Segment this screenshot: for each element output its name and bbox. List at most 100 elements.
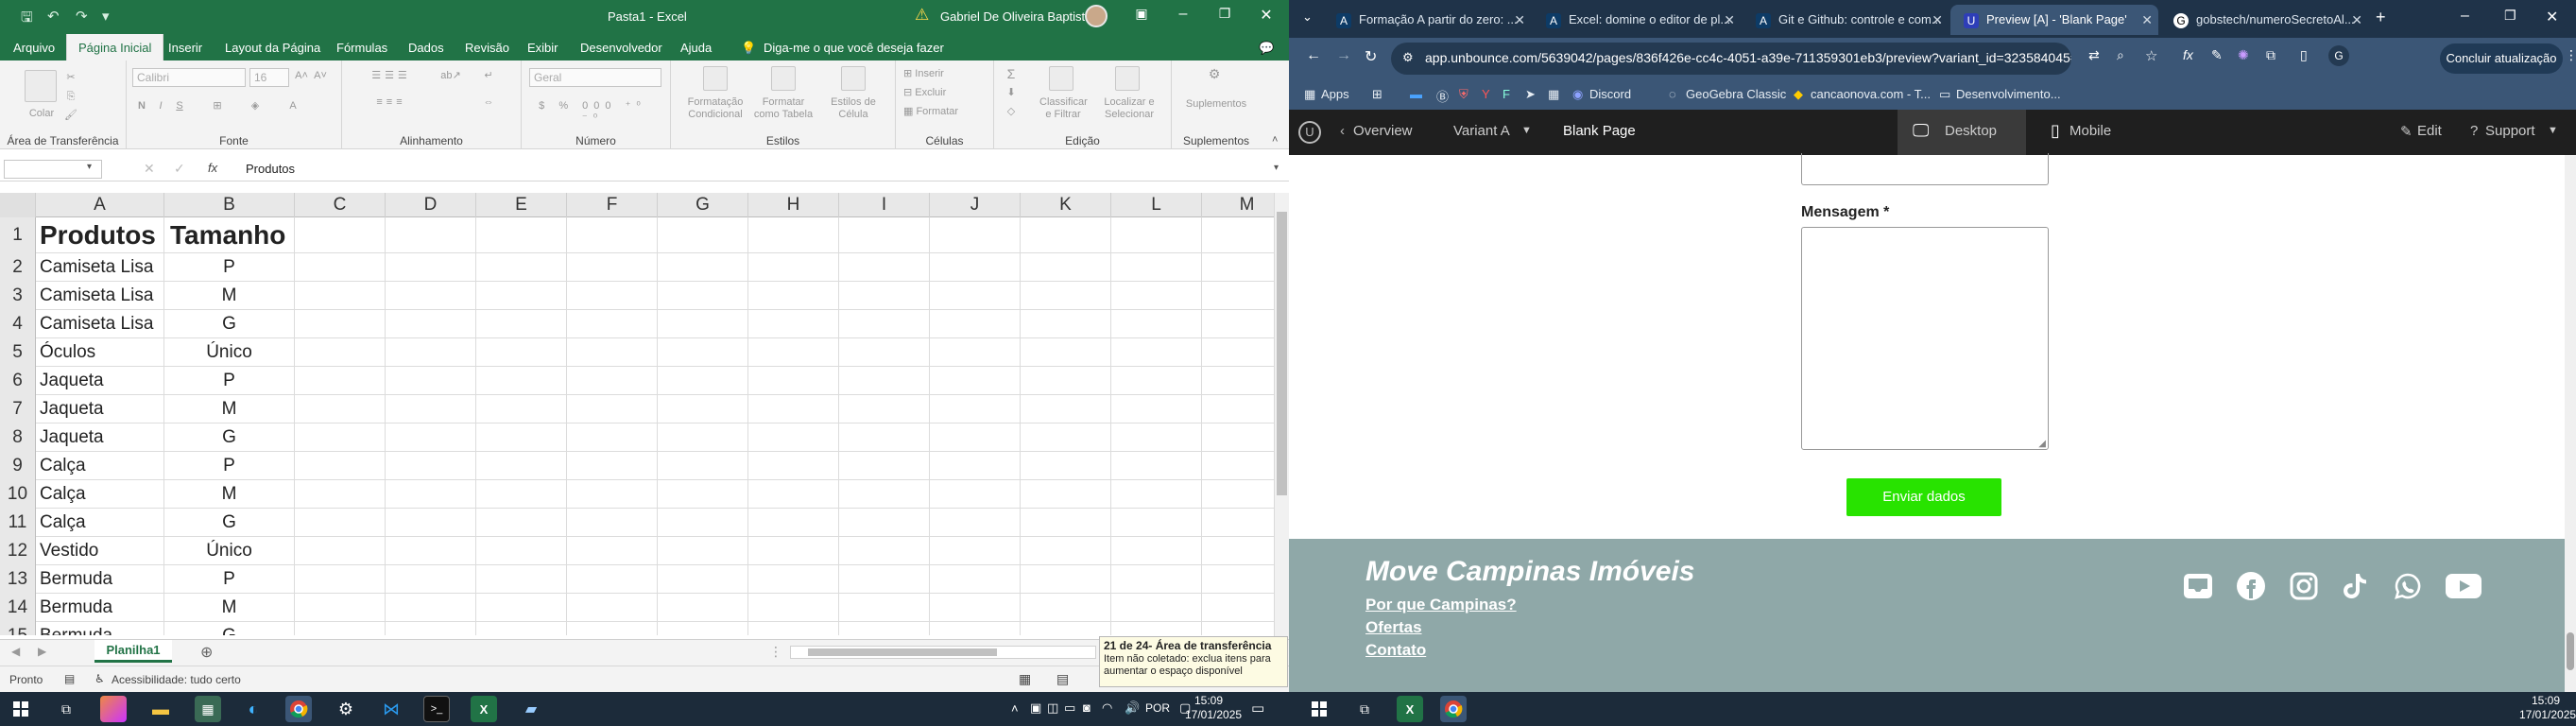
cell-empty[interactable] bbox=[748, 594, 839, 622]
notepad-icon[interactable]: ▰ bbox=[518, 696, 544, 722]
cell-empty[interactable] bbox=[567, 253, 658, 282]
message-textarea[interactable]: ◢ bbox=[1801, 227, 2049, 450]
cell-empty[interactable] bbox=[1111, 537, 1202, 565]
overview-link[interactable]: Overview bbox=[1353, 123, 1413, 139]
cell-empty[interactable] bbox=[1021, 480, 1111, 509]
cell-empty[interactable] bbox=[1021, 217, 1111, 253]
task-view-icon[interactable]: ⧉ bbox=[53, 696, 79, 722]
user-name[interactable]: Gabriel De Oliveira Baptista bbox=[940, 9, 1091, 24]
horizontal-scrollbar[interactable] bbox=[790, 646, 1096, 659]
cell-empty[interactable] bbox=[839, 565, 930, 594]
column-header-h[interactable]: H bbox=[748, 193, 839, 217]
cell-empty[interactable] bbox=[1202, 338, 1274, 367]
cell-empty[interactable] bbox=[295, 282, 386, 310]
cell-empty[interactable] bbox=[658, 509, 748, 537]
cell-empty[interactable] bbox=[1202, 452, 1274, 480]
cell-empty[interactable] bbox=[1111, 253, 1202, 282]
cell-empty[interactable] bbox=[748, 310, 839, 338]
page-scroll-thumb[interactable] bbox=[2567, 632, 2574, 670]
close-tab-icon[interactable]: ✕ bbox=[1514, 12, 1525, 28]
column-header-b[interactable]: B bbox=[164, 193, 295, 217]
extension-fx-icon[interactable]: fx bbox=[2183, 47, 2193, 62]
column-header-c[interactable]: C bbox=[295, 193, 386, 217]
insert-cells-button[interactable]: ⊞ Inserir bbox=[903, 68, 979, 80]
minimize-icon[interactable]: – bbox=[1172, 6, 1194, 23]
cell-empty[interactable] bbox=[476, 480, 567, 509]
format-painter-icon[interactable]: 🖌 bbox=[64, 110, 77, 122]
cell-empty[interactable] bbox=[295, 452, 386, 480]
cell-empty[interactable] bbox=[1202, 310, 1274, 338]
cell-empty[interactable] bbox=[839, 424, 930, 452]
cell-empty[interactable] bbox=[567, 452, 658, 480]
cell-empty[interactable] bbox=[295, 395, 386, 424]
font-color-icon[interactable]: A bbox=[283, 100, 302, 112]
bookmark-desenvolvimento[interactable]: Desenvolvimento... bbox=[1956, 87, 2061, 101]
menu-desenvolvedor[interactable]: Desenvolvedor bbox=[580, 41, 662, 55]
cut-icon[interactable]: ✂ bbox=[64, 72, 77, 84]
conditional-format-button[interactable]: Formatação Condicional bbox=[680, 96, 750, 121]
cell-empty[interactable] bbox=[658, 253, 748, 282]
formula-content[interactable]: Produtos bbox=[246, 162, 295, 176]
youtube-icon[interactable] bbox=[2444, 569, 2483, 603]
cell-empty[interactable] bbox=[748, 395, 839, 424]
menu-dados[interactable]: Dados bbox=[408, 41, 444, 55]
cell-empty[interactable] bbox=[476, 282, 567, 310]
row-header[interactable]: 13 bbox=[0, 565, 36, 594]
cell-a[interactable]: Óculos bbox=[36, 338, 164, 367]
insert-function-icon[interactable]: fx bbox=[208, 161, 217, 175]
cell-empty[interactable] bbox=[930, 537, 1021, 565]
cell-empty[interactable] bbox=[839, 622, 930, 635]
cell-empty[interactable] bbox=[567, 282, 658, 310]
sort-filter-icon[interactable] bbox=[1049, 66, 1073, 91]
address-bar[interactable]: ⚙ app.unbounce.com/5639042/pages/836f426… bbox=[1391, 43, 2071, 75]
cell-empty[interactable] bbox=[930, 452, 1021, 480]
sheet-tab-planilha1[interactable]: Planilha1 bbox=[94, 640, 172, 663]
paste-button[interactable]: Colar bbox=[21, 108, 62, 120]
borders-icon[interactable]: ⊞ bbox=[208, 100, 227, 112]
cell-empty[interactable] bbox=[748, 282, 839, 310]
cell-empty[interactable] bbox=[658, 217, 748, 253]
font-size-select[interactable]: 16 bbox=[249, 68, 289, 87]
redo-icon[interactable]: ↷ bbox=[76, 8, 88, 25]
cell-empty[interactable] bbox=[1111, 565, 1202, 594]
column-header-m[interactable]: M bbox=[1202, 193, 1274, 217]
cell-empty[interactable] bbox=[1202, 253, 1274, 282]
cell-empty[interactable] bbox=[476, 537, 567, 565]
vertical-scroll-thumb[interactable] bbox=[1277, 212, 1287, 495]
cell-a[interactable]: Calça bbox=[36, 509, 164, 537]
cell-empty[interactable] bbox=[1111, 282, 1202, 310]
column-header-f[interactable]: F bbox=[567, 193, 658, 217]
cell-empty[interactable] bbox=[476, 424, 567, 452]
expand-formula-icon[interactable]: ▾ bbox=[1274, 163, 1279, 173]
cell-empty[interactable] bbox=[930, 338, 1021, 367]
menu-pagina-inicial[interactable]: Página Inicial bbox=[66, 34, 164, 60]
variant-dropdown-icon[interactable]: ▼ bbox=[1521, 125, 1532, 136]
cell-empty[interactable] bbox=[386, 338, 476, 367]
cell-empty[interactable] bbox=[567, 217, 658, 253]
column-header-l[interactable]: L bbox=[1111, 193, 1202, 217]
bookmark-apps[interactable]: Apps bbox=[1321, 87, 1349, 101]
cell-empty[interactable] bbox=[1202, 594, 1274, 622]
addins-icon[interactable]: ⚙ bbox=[1200, 67, 1228, 80]
bold-icon[interactable]: N bbox=[136, 100, 147, 112]
cell-empty[interactable] bbox=[386, 217, 476, 253]
cell-empty[interactable] bbox=[748, 367, 839, 395]
support-button[interactable]: Support bbox=[2485, 123, 2535, 139]
cell-empty[interactable] bbox=[1111, 480, 1202, 509]
copy-icon[interactable]: ⎘ bbox=[64, 91, 77, 103]
cell-empty[interactable] bbox=[567, 565, 658, 594]
cell-empty[interactable] bbox=[658, 594, 748, 622]
cell-empty[interactable] bbox=[839, 452, 930, 480]
menu-kebab-icon[interactable]: ⋮ bbox=[2565, 47, 2576, 63]
forward-icon[interactable]: → bbox=[1336, 47, 1351, 64]
cell-empty[interactable] bbox=[748, 253, 839, 282]
clipboard-notification[interactable]: 21 de 24- Área de transferência Item não… bbox=[1099, 636, 1288, 687]
cell-b[interactable]: P bbox=[164, 367, 295, 395]
column-header-j[interactable]: J bbox=[930, 193, 1021, 217]
cell-b[interactable]: M bbox=[164, 395, 295, 424]
delete-cells-button[interactable]: ⊟ Excluir bbox=[903, 87, 979, 99]
wifi-icon[interactable]: ◠ bbox=[1102, 700, 1112, 716]
cell-empty[interactable] bbox=[1021, 565, 1111, 594]
cell-empty[interactable] bbox=[386, 424, 476, 452]
bookmark-discord[interactable]: Discord bbox=[1589, 87, 1631, 101]
